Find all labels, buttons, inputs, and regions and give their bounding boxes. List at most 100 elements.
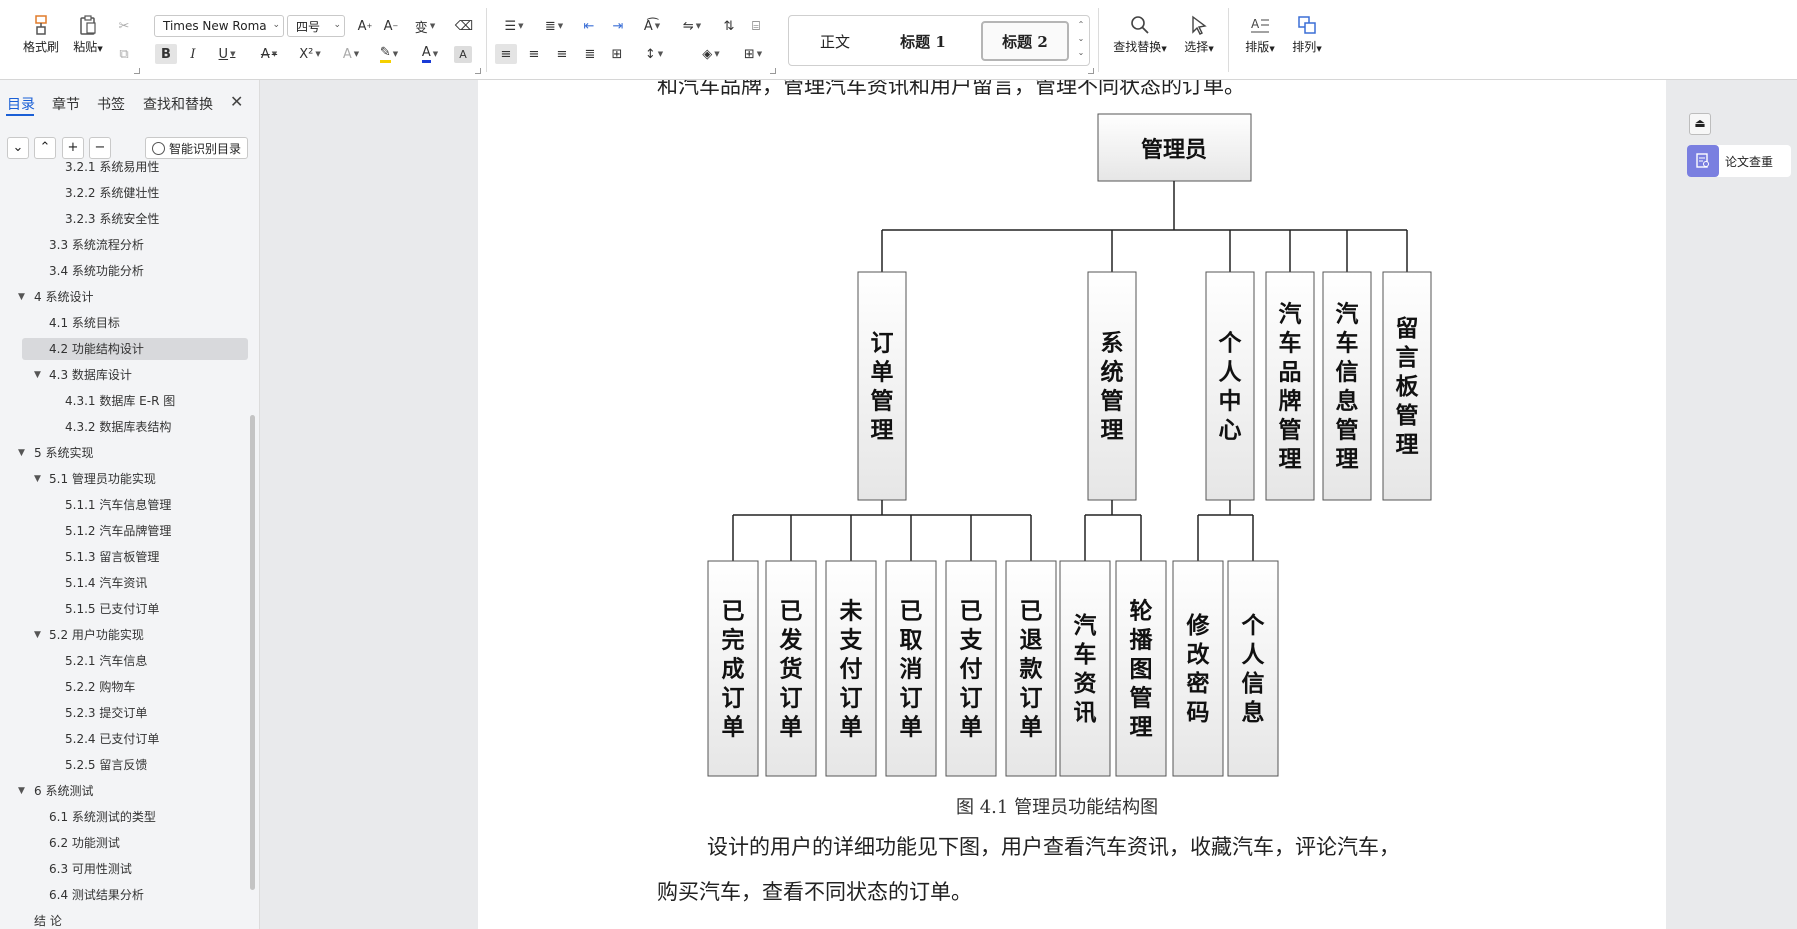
shrink-font-icon[interactable]: A − [380, 16, 402, 36]
toc-item[interactable]: 4.2 功能结构设计 [49, 338, 144, 360]
nav-scrollbar[interactable] [250, 415, 255, 890]
sort-icon[interactable]: ⇅ [718, 16, 740, 36]
toc-item[interactable]: 5.2.2 购物车 [65, 676, 135, 698]
expand-triangle-icon[interactable]: ▼ [18, 786, 25, 796]
border-button[interactable]: ⊞ ▼ [737, 44, 769, 64]
toc-item[interactable]: 4.3.2 数据库表结构 [65, 416, 171, 438]
clipboard-dialog-launcher[interactable] [134, 68, 140, 74]
toc-item[interactable]: 6.1 系统测试的类型 [49, 806, 156, 828]
toc-item[interactable]: 3.2.2 系统健壮性 [65, 182, 159, 204]
toc-item[interactable]: 6.3 可用性测试 [49, 858, 132, 880]
char-shading-button[interactable]: A [454, 46, 472, 63]
tab-find-replace[interactable]: 查找和替换 [143, 94, 213, 114]
numbered-list-button[interactable]: ≣ ▼ [538, 16, 570, 36]
expand-triangle-icon[interactable]: ▼ [34, 370, 41, 380]
align-right-button[interactable]: ≡ [551, 44, 573, 64]
select-button[interactable]: 选择▼ [1177, 10, 1221, 55]
document-page[interactable]: 和汽车品牌，管理汽车资讯和用户留言，管理不同状态的订单。 管理员 订单管理 系统管理… [478, 80, 1666, 929]
decrease-indent-icon[interactable]: ⇤ [578, 16, 600, 36]
toc-item[interactable]: 5.1.4 汽车资讯 [65, 572, 147, 594]
underline-button[interactable]: U ▼ [211, 44, 243, 64]
toc-item[interactable]: 3.4 系统功能分析 [49, 260, 144, 282]
styles-dialog-launcher[interactable] [1088, 68, 1094, 74]
toc-item[interactable]: 4.1 系统目标 [49, 312, 120, 334]
bold-button[interactable]: B [155, 44, 177, 64]
paragraph-dialog-launcher[interactable] [770, 68, 776, 74]
select-label: 选择 [1184, 40, 1209, 54]
style-heading1[interactable]: 标题 1 [881, 21, 965, 61]
strikethrough-button[interactable]: A ▼ [253, 44, 285, 64]
toc-item[interactable]: 5.2.4 已支付订单 [65, 728, 159, 750]
shading-button[interactable]: ◈ ▼ [695, 44, 727, 64]
close-icon[interactable]: ✕ [230, 92, 243, 111]
align-left-button[interactable]: ≡ [495, 44, 517, 64]
justify-button[interactable]: ≣ [579, 44, 601, 64]
toc-item[interactable]: 4 系统设计 [34, 286, 93, 308]
highlight-button[interactable]: ✎ ▼ [372, 44, 406, 64]
toc-item[interactable]: 5.1.5 已支付订单 [65, 598, 159, 620]
bullet-list-button[interactable]: ☰ ▼ [498, 16, 530, 36]
collapse-all-button[interactable]: ⌄ [7, 137, 29, 159]
cut-icon[interactable]: ✂ [113, 16, 135, 36]
show-marks-icon[interactable]: ⌸ [745, 16, 767, 36]
toc-item[interactable]: 5.1.1 汽车信息管理 [65, 494, 171, 516]
toc-item[interactable]: 4.3.1 数据库 E-R 图 [65, 390, 175, 412]
typeset-button[interactable]: A 排版▼ [1238, 10, 1282, 55]
toc-item[interactable]: 3.2.3 系统安全性 [65, 208, 159, 230]
font-size-select[interactable]: 四号 ⌄ [287, 15, 345, 37]
char-spacing-button[interactable]: A͡ ▼ [636, 16, 668, 36]
styles-scroll[interactable]: ⌃ ⌄ ⌄ [1075, 18, 1087, 63]
copy-icon[interactable]: ⧉ [113, 44, 135, 64]
find-replace-label: 查找替换 [1113, 40, 1162, 54]
expand-triangle-icon[interactable]: ▼ [34, 630, 41, 640]
toc-item[interactable]: 6.2 功能测试 [49, 832, 120, 854]
toc-item[interactable]: 5.2.1 汽车信息 [65, 650, 147, 672]
style-heading2[interactable]: 标题 2 [981, 21, 1069, 61]
toc-item[interactable]: 5.2.5 留言反馈 [65, 754, 147, 776]
plagiarism-check-button[interactable]: 论文查重 [1687, 145, 1791, 177]
format-painter-button[interactable]: 格式刷 [19, 10, 63, 55]
toc-item[interactable]: 3.2.1 系统易用性 [65, 156, 159, 178]
toc-item[interactable]: 5.1 管理员功能实现 [49, 468, 156, 490]
paste-button[interactable]: 粘贴▼ [66, 10, 110, 55]
clear-format-icon[interactable]: ⌫ [453, 16, 475, 36]
toc-item[interactable]: 5.2.3 提交订单 [65, 702, 147, 724]
increase-indent-icon[interactable]: ⇥ [607, 16, 629, 36]
distributed-align-button[interactable]: ⊞ [606, 44, 628, 64]
grow-font-icon[interactable]: A + [354, 16, 376, 36]
italic-button[interactable]: I [182, 44, 204, 64]
expand-all-button[interactable]: ⌃ [34, 137, 56, 159]
toc-item[interactable]: 5.2 用户功能实现 [49, 624, 144, 646]
expand-triangle-icon[interactable]: ▼ [18, 292, 25, 302]
toc-item[interactable]: 4.3 数据库设计 [49, 364, 132, 386]
document-check-icon [1687, 145, 1719, 177]
expand-triangle-icon[interactable]: ▼ [18, 448, 25, 458]
find-replace-button[interactable]: 查找替换▼ [1110, 10, 1170, 55]
toc-item[interactable]: 6 系统测试 [34, 780, 93, 802]
toc-item[interactable]: 5.1.3 留言板管理 [65, 546, 159, 568]
arrange-button[interactable]: 排列▼ [1285, 10, 1329, 55]
collapse-pane-button[interactable]: ⏏ [1689, 113, 1711, 135]
tab-toc[interactable]: 目录 [7, 94, 35, 114]
text-effect-button[interactable]: A ▼ [335, 44, 367, 64]
tab-chapters[interactable]: 章节 [52, 94, 80, 114]
tab-bookmarks[interactable]: 书签 [97, 94, 125, 114]
toc-item[interactable]: 结 论 [34, 910, 62, 929]
style-normal[interactable]: 正文 [795, 21, 875, 61]
align-center-button[interactable]: ≡ [523, 44, 545, 64]
superscript-button[interactable]: X² ▼ [293, 44, 327, 64]
font-name-select[interactable]: Times New Roma ⌄ [154, 15, 284, 37]
toc-item[interactable]: 6.4 测试结果分析 [49, 884, 144, 906]
font-dialog-launcher[interactable] [475, 68, 481, 74]
smart-toc-button[interactable]: 智能识别目录 [145, 137, 248, 159]
font-color-button[interactable]: A ▼ [414, 44, 446, 64]
toc-item[interactable]: 5 系统实现 [34, 442, 93, 464]
pinyin-icon[interactable]: 变 ▼ [408, 16, 442, 36]
arrange-label: 排列 [1292, 40, 1317, 54]
expand-triangle-icon[interactable]: ▼ [34, 474, 41, 484]
line-spacing-button[interactable]: ↕ ▼ [638, 44, 670, 64]
text-direction-button[interactable]: ⇋ ▼ [676, 16, 708, 36]
styles-gallery: 正文 标题 1 标题 2 ⌃ ⌄ ⌄ [788, 15, 1090, 66]
toc-item[interactable]: 3.3 系统流程分析 [49, 234, 144, 256]
toc-item[interactable]: 5.1.2 汽车品牌管理 [65, 520, 171, 542]
